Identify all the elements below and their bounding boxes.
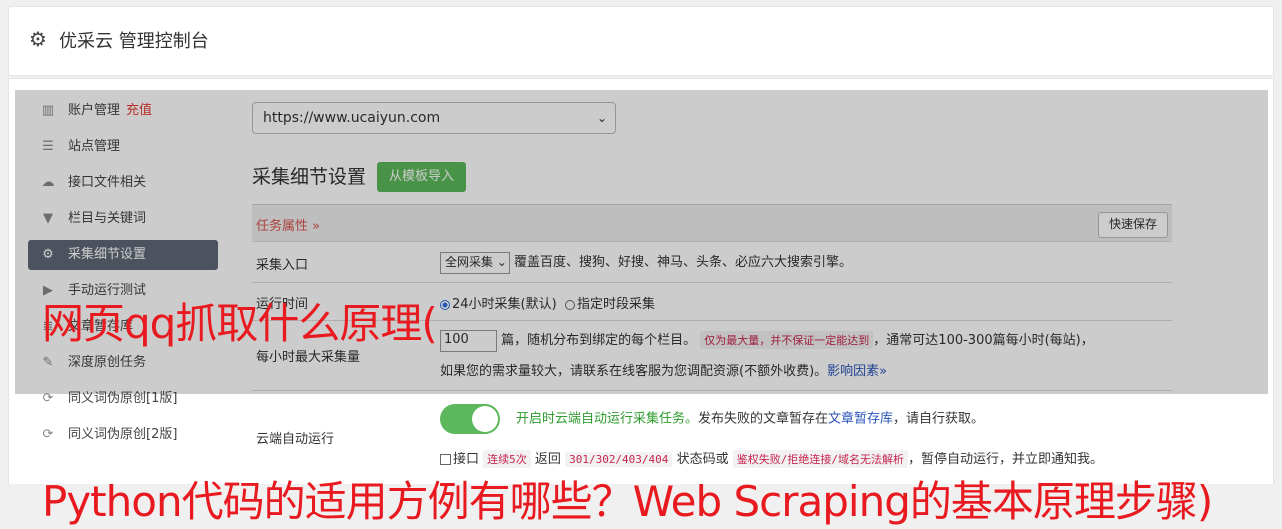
text-status: 状态码或 <box>676 452 729 467</box>
page-title: 优采云 管理控制台 <box>59 31 209 52</box>
code-status: 301/302/403/404 <box>565 452 673 467</box>
row-content-line2: 接口 连续5次 返回 301/302/403/404 状态码或 鉴权失败/拒绝连… <box>440 448 1103 468</box>
text-return: 返回 <box>534 452 561 467</box>
article-store-link[interactable]: 文章暂存库 <box>828 412 893 427</box>
cloud-desc2: ，请自行获取。 <box>893 411 985 427</box>
console-header: ⚙ 优采云 管理控制台 <box>8 6 1274 76</box>
sidebar-item-label: 同义词伪原创[2版] <box>68 427 178 442</box>
sidebar-item-synonym-v2[interactable]: ⟳ 同义词伪原创[2版] <box>28 420 218 450</box>
code-consecutive: 连续5次 <box>483 450 531 468</box>
watermark-title-line2: Python代码的适用方例有哪些？Web Scraping的基本原理步骤) <box>42 477 1213 526</box>
toggle-knob <box>472 406 498 432</box>
pause-on-error-checkbox[interactable] <box>440 454 451 465</box>
row-content-line1: 开启时云端自动运行采集任务。发布失败的文章暂存在文章暂存库，请自行获取。 <box>440 404 984 434</box>
gear-icon: ⚙ <box>29 27 47 51</box>
row-cloud-run: 云端自动运行 开启时云端自动运行采集任务。发布失败的文章暂存在文章暂存库，请自行… <box>252 390 1172 480</box>
code-auth: 鉴权失败/拒绝连接/域名无法解析 <box>732 450 908 468</box>
row-label: 云端自动运行 <box>256 432 335 447</box>
cloud-desc-green: 开启时云端自动运行采集任务。 <box>516 411 699 427</box>
cloud-desc1: 发布失败的文章暂存在 <box>698 411 829 427</box>
text-pause: ，暂停自动运行，并立即通知我。 <box>907 452 1103 467</box>
refresh-icon: ⟳ <box>42 427 54 442</box>
watermark-title-line1: 网页qq抓取什么原理( <box>42 299 438 348</box>
cb-label: 接口 <box>453 452 480 467</box>
cloud-run-toggle[interactable] <box>440 404 500 434</box>
